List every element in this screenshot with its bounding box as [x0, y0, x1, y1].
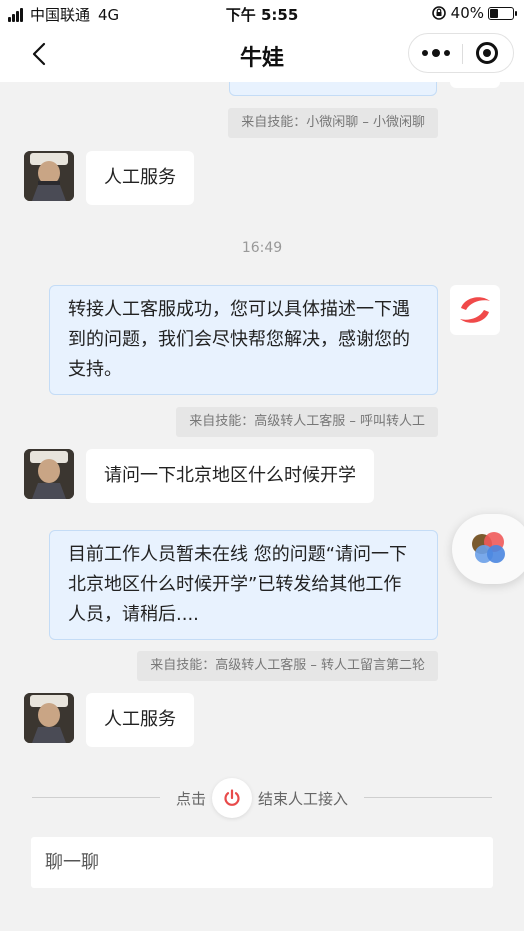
user-avatar-image [24, 449, 74, 499]
skill-tag: 来自技能：高级转人工客服 – 转人工留言第二轮 [137, 651, 438, 681]
battery-percent: 40% [450, 4, 484, 22]
status-bar: 中国联通 4G 下午 5:55 40% [0, 0, 524, 28]
close-icon[interactable] [460, 34, 513, 72]
bot-avatar [450, 285, 500, 335]
battery-icon [488, 6, 517, 20]
orientation-lock-icon [431, 6, 446, 20]
floating-assistant-button[interactable] [452, 514, 524, 584]
nav-bar: 牛娃 [0, 28, 524, 82]
divider [32, 797, 160, 798]
bot-avatar-partial [450, 82, 500, 88]
user-avatar-image [24, 151, 74, 201]
end-prefix-label: 点击 [176, 790, 207, 808]
user-message-bubble: 人工服务 [86, 151, 194, 205]
user-message-bubble: 请问一下北京地区什么时候开学 [86, 449, 374, 503]
bot-logo-icon [460, 297, 490, 323]
bot-message-bubble: 目前工作人员暂未在线 您的问题“请问一下北京地区什么时候开学”已转发给其他工作人… [49, 530, 438, 640]
status-right: 40% [431, 4, 517, 22]
mini-program-capsule [408, 33, 514, 73]
user-avatar-image [24, 693, 74, 743]
battery-fill [490, 8, 499, 18]
user-avatar[interactable] [24, 693, 74, 743]
end-suffix-label: 结束人工接入 [258, 790, 349, 808]
skill-tag: 来自技能：高级转人工客服 – 呼叫转人工 [176, 407, 438, 437]
timestamp: 16:49 [241, 240, 283, 256]
skill-tag: 来自技能：小微闲聊 – 小微闲聊 [228, 108, 438, 138]
bot-message-bubble: 转接人工客服成功，您可以具体描述一下遇到的问题，我们会尽快帮您解决，感谢您的支持… [49, 285, 438, 395]
end-manual-button[interactable] [212, 778, 252, 818]
chat-input[interactable] [31, 837, 493, 888]
end-manual-row: 点击 结束人工接入 [0, 778, 524, 818]
more-icon[interactable] [409, 34, 462, 72]
assistant-logo-icon [472, 532, 505, 563]
chat-area[interactable]: 来自技能：小微闲聊 – 小微闲聊 人工服务 16:49 转接人工客服成功，您可以… [0, 82, 524, 802]
previous-bot-bubble [229, 82, 437, 96]
power-icon [224, 789, 240, 806]
user-avatar[interactable] [24, 449, 74, 499]
user-avatar[interactable] [24, 151, 74, 201]
user-message-bubble: 人工服务 [86, 693, 194, 747]
divider [364, 797, 492, 798]
